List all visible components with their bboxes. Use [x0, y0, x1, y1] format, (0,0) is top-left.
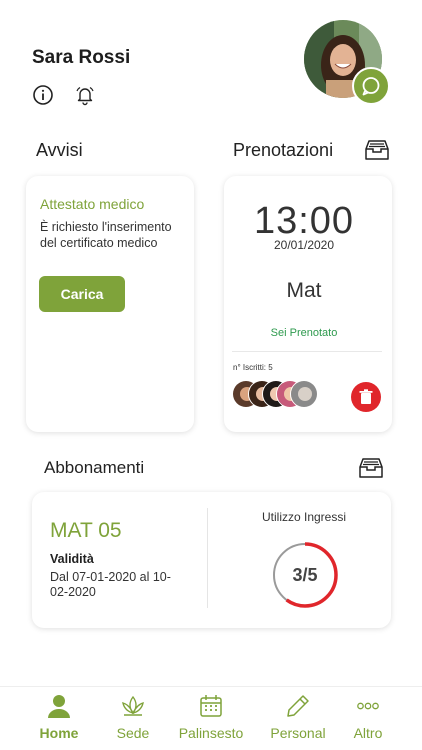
pencil-icon: [287, 695, 309, 717]
tab-bar: Home Sede Palinsesto Personal Altro: [0, 686, 422, 750]
notice-title: Attestato medico: [40, 196, 145, 212]
booking-course: Mat: [286, 279, 322, 302]
tab-label: Altro: [353, 725, 383, 741]
avvisi-title: Avvisi: [36, 140, 83, 160]
tab-personal[interactable]: Personal: [258, 693, 338, 741]
person-icon: [48, 695, 70, 718]
lotus-icon: [122, 695, 144, 716]
chat-icon: [362, 77, 380, 96]
bell-icon[interactable]: [74, 84, 96, 106]
prenotazioni-card[interactable]: 13:00 20/01/2020 Mat Sei Prenotato n° Is…: [224, 176, 392, 432]
tab-label: Home: [39, 725, 79, 741]
divider: [207, 508, 208, 608]
iscritti-count: n° Iscritti: 5: [233, 363, 273, 372]
attendee-avatars[interactable]: [232, 380, 332, 410]
avvisi-card: Attestato medico È richiesto l'inserimen…: [26, 176, 194, 432]
prenotazioni-title: Prenotazioni: [233, 140, 334, 160]
tab-label: Personal: [270, 725, 326, 741]
header: Sara Rossi: [0, 0, 422, 120]
chat-button[interactable]: [352, 67, 390, 105]
notice-text: È richiesto l'inserimento del certificat…: [40, 220, 172, 250]
tab-sede[interactable]: Sede: [93, 693, 173, 741]
divider: [232, 351, 382, 352]
booking-time: 13:00: [253, 200, 355, 242]
validity-label: Validità: [50, 552, 94, 566]
calendar-icon: [200, 695, 222, 717]
tab-label: Sede: [116, 725, 150, 741]
booking-date: 20/01/2020: [273, 238, 335, 252]
subscription-name: MAT 05: [50, 519, 122, 542]
tab-label: Palinsesto: [178, 725, 244, 741]
attendee-avatar: [290, 380, 318, 408]
inbox-tray-icon[interactable]: [365, 139, 389, 161]
delete-booking-button[interactable]: [351, 382, 381, 412]
tab-palinsesto[interactable]: Palinsesto: [171, 693, 251, 741]
tab-home[interactable]: Home: [19, 693, 99, 741]
abbonamenti-card[interactable]: MAT 05 Validità Dal 07-01-2020 al 10-02-…: [32, 492, 391, 628]
validity-text: Dal 07-01-2020 al 10-02-2020: [50, 570, 171, 599]
carica-button[interactable]: Carica: [39, 276, 125, 312]
booking-status: Sei Prenotato: [270, 327, 338, 339]
user-name: Sara Rossi: [32, 47, 131, 68]
trash-icon: [359, 389, 373, 404]
more-icon: [357, 702, 379, 710]
tab-altro[interactable]: Altro: [328, 693, 408, 741]
inbox-tray-icon[interactable]: [359, 457, 383, 479]
usage-label: Utilizzo Ingressi: [261, 510, 347, 524]
info-icon[interactable]: [32, 84, 54, 106]
usage-value: 3/5: [292, 564, 318, 585]
abbonamenti-title: Abbonamenti: [44, 458, 145, 477]
